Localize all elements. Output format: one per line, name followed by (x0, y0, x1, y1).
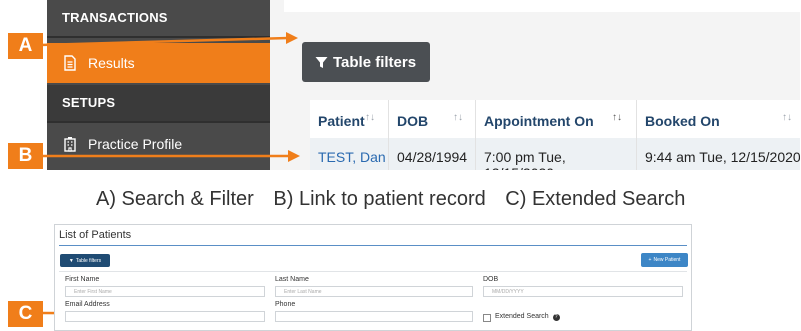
phone-field[interactable] (275, 311, 473, 322)
callout-badge-c: C (8, 301, 43, 327)
last-name-input[interactable]: Enter Last Name (275, 286, 473, 297)
dob-label: DOB (483, 276, 499, 283)
email-label: Email Address (65, 301, 110, 308)
callout-badge-a: A (8, 33, 43, 59)
extended-search-label: Extended Search ? (495, 313, 560, 321)
extended-search-checkbox[interactable] (483, 314, 491, 322)
phone-label: Phone (275, 301, 296, 308)
callout-badge-b: B (8, 143, 43, 169)
caption-b: B) Link to patient record (273, 188, 486, 210)
toolbar-divider (59, 271, 687, 272)
caption: A) Search & Filter B) Link to patient re… (96, 188, 699, 211)
panel-title: List of Patients (59, 229, 132, 241)
filter-icon: ▼ (68, 257, 74, 264)
help-icon: ? (552, 314, 560, 321)
title-divider (59, 245, 687, 246)
patient-list-panel: List of Patients ▼ Table filters + New P… (54, 224, 692, 331)
first-name-input[interactable]: Enter First Name (65, 286, 265, 297)
arrow-b (40, 150, 300, 162)
last-name-label: Last Name (275, 276, 309, 283)
email-field[interactable] (65, 311, 265, 322)
caption-a: A) Search & Filter (96, 188, 254, 210)
dob-input[interactable]: MM/DD/YYYY (483, 286, 683, 297)
table-filters-button[interactable]: ▼ Table filters (60, 254, 110, 267)
add-user-icon: + (648, 257, 652, 263)
first-name-label: First Name (65, 276, 100, 283)
arrow-a (39, 32, 298, 47)
caption-c: C) Extended Search (505, 188, 686, 210)
new-patient-button[interactable]: + New Patient (641, 253, 688, 267)
